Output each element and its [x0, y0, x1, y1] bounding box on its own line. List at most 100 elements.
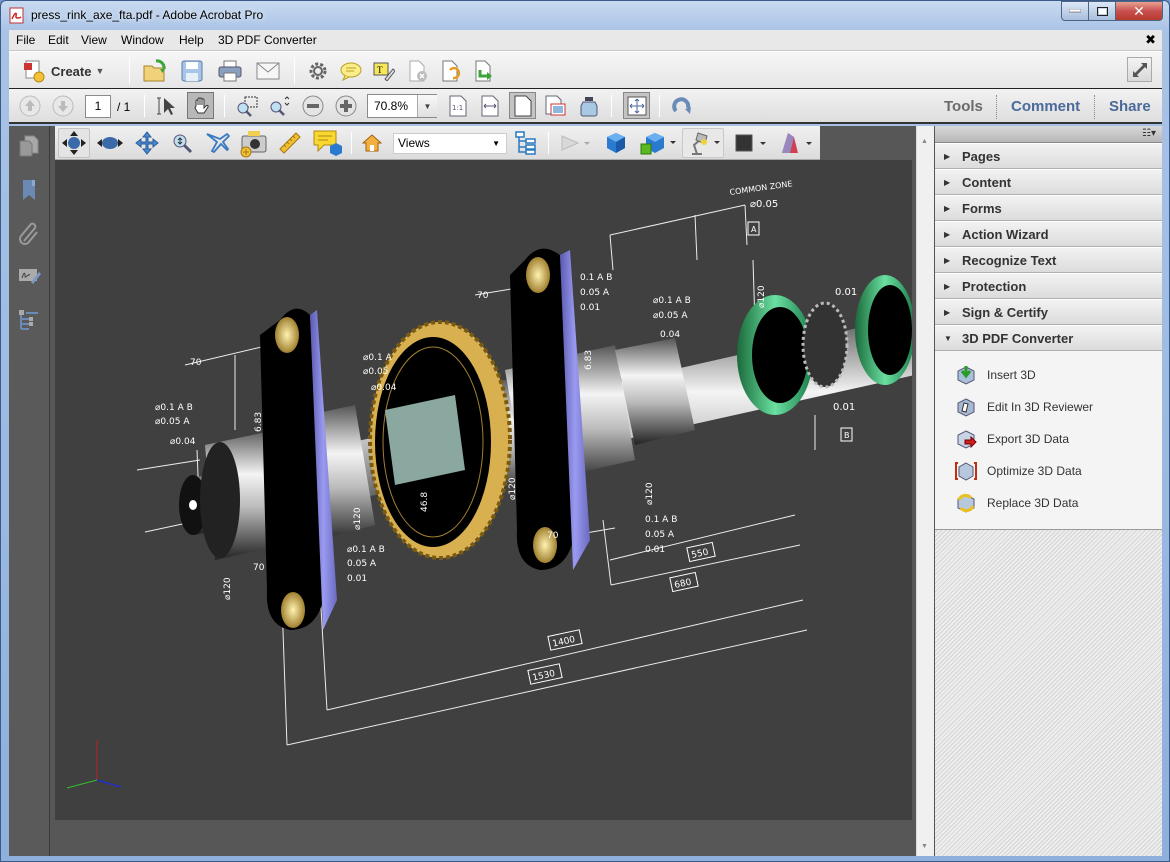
- optimize-3d-icon: [955, 462, 977, 481]
- tool-insert-3d[interactable]: Insert 3D: [935, 359, 1162, 391]
- pan-button[interactable]: [132, 128, 162, 158]
- camera-button[interactable]: [237, 127, 269, 159]
- actual-size-button[interactable]: 1:1: [446, 94, 470, 118]
- fullscreen-icon: [1132, 62, 1147, 77]
- menu-file[interactable]: File: [16, 33, 35, 47]
- dynamic-zoom-button[interactable]: [267, 94, 293, 118]
- comment-button[interactable]: [339, 58, 363, 84]
- extract-page-button[interactable]: [472, 58, 496, 84]
- menu-bar: File Edit View Window Help 3D PDF Conver…: [9, 30, 1162, 51]
- scroll-up-icon[interactable]: ▲: [921, 138, 928, 145]
- fullscreen-button[interactable]: [1127, 57, 1152, 82]
- close-button[interactable]: ✕: [1116, 1, 1163, 21]
- section-3d-pdf-converter[interactable]: ▼ 3D PDF Converter: [935, 325, 1162, 351]
- read-mode-button[interactable]: [577, 94, 601, 118]
- triangle-right-icon: ▶: [944, 281, 951, 291]
- tool-replace-3d-data[interactable]: Replace 3D Data: [935, 487, 1162, 519]
- next-page-button[interactable]: [51, 94, 75, 118]
- print-button[interactable]: [217, 57, 243, 85]
- zoom-out-button[interactable]: [300, 94, 326, 118]
- section-recognize-text[interactable]: ▶ Recognize Text: [935, 247, 1162, 273]
- camera-icon: [240, 131, 267, 158]
- dim-120-right: ⌀120: [645, 482, 655, 505]
- scroll-down-icon[interactable]: ▼: [921, 843, 928, 850]
- attachments-panel-button[interactable]: [17, 221, 41, 245]
- menu-3d-pdf-converter[interactable]: 3D PDF Converter: [218, 33, 317, 47]
- full-screen-mode-button[interactable]: [623, 92, 650, 119]
- delete-page-button[interactable]: [406, 58, 430, 84]
- measure-button[interactable]: [275, 128, 305, 158]
- play-animation-button[interactable]: [558, 130, 594, 156]
- rotate-3d-button[interactable]: [58, 128, 90, 158]
- ink-bottle-icon: [580, 97, 598, 117]
- bookmarks-panel-button[interactable]: [17, 178, 41, 202]
- spin-button[interactable]: [95, 128, 125, 158]
- maximize-button[interactable]: [1089, 1, 1116, 21]
- tool-export-3d-data[interactable]: Export 3D Data: [935, 423, 1162, 455]
- dynamic-zoom-icon: [270, 96, 290, 116]
- model-tree-panel-button[interactable]: [17, 308, 41, 332]
- menu-view[interactable]: View: [81, 33, 107, 47]
- open-button[interactable]: [141, 57, 169, 85]
- hand-tool-button[interactable]: [187, 92, 214, 119]
- fit-page-button[interactable]: [509, 92, 536, 119]
- close-document-button[interactable]: ✖: [1145, 32, 1156, 48]
- settings-button[interactable]: [306, 58, 330, 84]
- 3d-viewport[interactable]: COMMON ZONE ⌀0.05 A B 0.01 0.01 ⌀0.1 A B…: [55, 160, 912, 820]
- triangle-right-icon: ▶: [944, 177, 951, 187]
- tool-edit-in-3d-reviewer[interactable]: Edit In 3D Reviewer: [935, 391, 1162, 423]
- select-tool-button[interactable]: [154, 94, 178, 118]
- lighting-button[interactable]: [682, 128, 724, 158]
- zoom-in-button[interactable]: [333, 94, 359, 118]
- vertical-scrollbar[interactable]: ▲ ▼: [916, 126, 934, 856]
- create-button[interactable]: Create ▼: [23, 58, 104, 84]
- spin-icon: [97, 137, 123, 149]
- background-color-button[interactable]: [732, 130, 772, 156]
- render-mode-button[interactable]: [638, 129, 680, 157]
- section-pages[interactable]: ▶ Pages: [935, 143, 1162, 169]
- cross-section-button[interactable]: [776, 130, 816, 156]
- section-protection[interactable]: ▶ Protection: [935, 273, 1162, 299]
- panel-options-icon[interactable]: ☷▾: [1142, 128, 1156, 139]
- fcf-bottom2-3: 0.01: [645, 545, 665, 555]
- rotate-view-button[interactable]: [669, 94, 695, 118]
- fit-width-button[interactable]: [478, 94, 502, 118]
- section-action-wizard[interactable]: ▶ Action Wizard: [935, 221, 1162, 247]
- pages-icon: [19, 135, 39, 157]
- 3d-model-button[interactable]: [602, 130, 630, 156]
- section-forms[interactable]: ▶ Forms: [935, 195, 1162, 221]
- fcf-mid-2: ⌀0.05: [363, 367, 388, 377]
- menu-edit[interactable]: Edit: [48, 33, 69, 47]
- rotate-page-button[interactable]: [439, 58, 463, 84]
- zoom-3d-button[interactable]: [167, 128, 197, 158]
- section-sign-certify[interactable]: ▶ Sign & Certify: [935, 299, 1162, 325]
- save-button[interactable]: [179, 57, 205, 85]
- page-number-input[interactable]: 1: [85, 95, 111, 118]
- tool-optimize-3d-data[interactable]: Optimize 3D Data: [935, 455, 1162, 487]
- email-button[interactable]: [254, 57, 282, 85]
- tab-tools[interactable]: Tools: [944, 98, 983, 115]
- zoom-level-dropdown[interactable]: ▼: [417, 95, 437, 117]
- add-3d-comment-button[interactable]: [311, 127, 343, 159]
- marquee-zoom-button[interactable]: [234, 94, 260, 118]
- minimize-button[interactable]: [1061, 1, 1089, 21]
- previous-page-button[interactable]: [18, 94, 42, 118]
- section-content[interactable]: ▶ Content: [935, 169, 1162, 195]
- title-bar: press_rink_axe_fta.pdf - Adobe Acrobat P…: [1, 1, 1169, 30]
- highlight-text-button[interactable]: T: [372, 58, 396, 84]
- pages-panel-button[interactable]: [17, 134, 41, 158]
- chevron-down-icon: ▼: [95, 66, 105, 76]
- 3d-model-canvas[interactable]: COMMON ZONE ⌀0.05 A B 0.01 0.01 ⌀0.1 A B…: [55, 160, 912, 820]
- signatures-panel-button[interactable]: [17, 264, 41, 288]
- rotate-page-icon: [442, 60, 461, 82]
- tab-comment[interactable]: Comment: [1011, 98, 1080, 115]
- fcf-bottom2-1: 0.1 A B: [645, 515, 677, 525]
- menu-window[interactable]: Window: [121, 33, 164, 47]
- menu-help[interactable]: Help: [179, 33, 204, 47]
- tab-share[interactable]: Share: [1109, 98, 1151, 115]
- views-dropdown[interactable]: Views ▼: [393, 133, 507, 154]
- scrolling-mode-button[interactable]: [544, 94, 568, 118]
- default-view-button[interactable]: [360, 131, 384, 155]
- model-tree-toggle-button[interactable]: [513, 130, 539, 156]
- fly-button[interactable]: [202, 128, 232, 158]
